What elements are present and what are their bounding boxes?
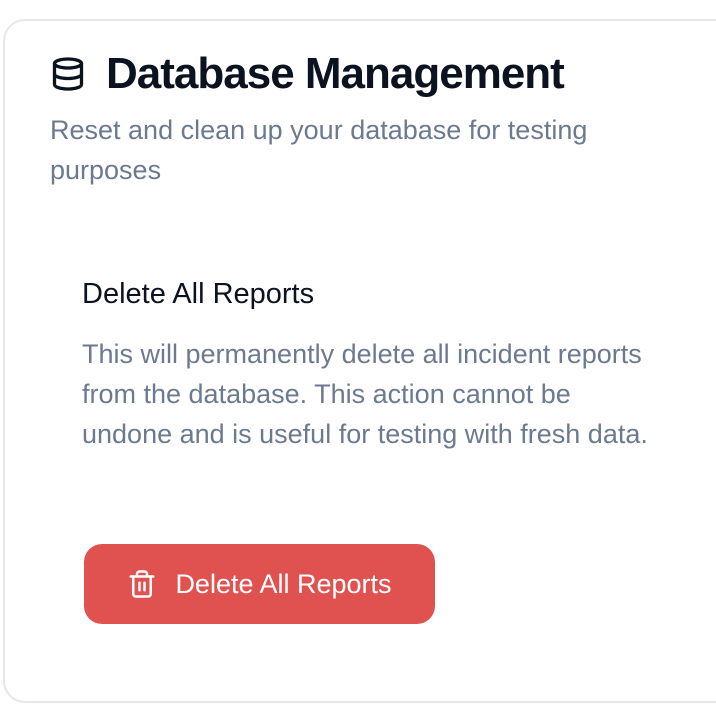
title-row: Database Management [50, 48, 670, 100]
delete-reports-section: Delete All Reports This will permanently… [82, 274, 662, 454]
card-title: Database Management [106, 49, 565, 98]
delete-all-reports-button-label: Delete All Reports [175, 568, 392, 599]
section-title: Delete All Reports [82, 278, 315, 310]
trash-icon [127, 568, 157, 600]
section-description: This will permanently delete all inciden… [82, 339, 648, 449]
delete-all-reports-button[interactable]: Delete All Reports [84, 544, 435, 624]
card-header: Database Management Reset and clean up y… [50, 48, 670, 190]
database-icon [50, 55, 86, 93]
card-subtitle: Reset and clean up your database for tes… [50, 115, 588, 185]
